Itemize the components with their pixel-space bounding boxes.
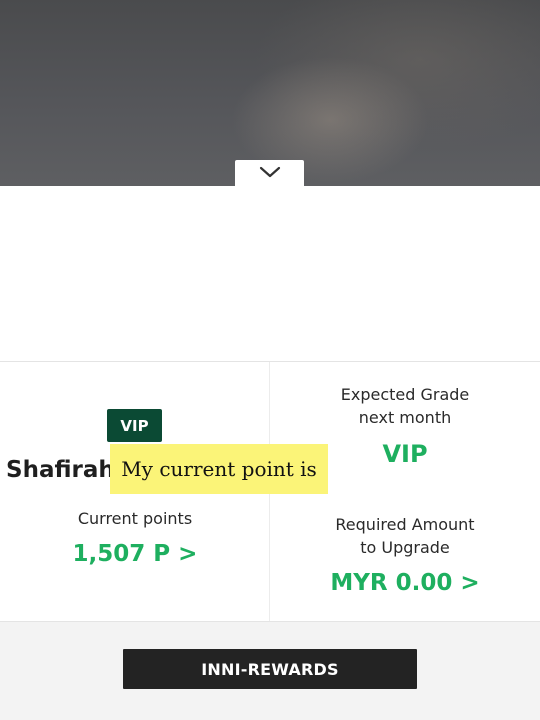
inni-rewards-button[interactable]: INNI-REWARDS bbox=[123, 649, 417, 689]
content-spacer bbox=[0, 186, 540, 361]
current-points-label: Current points bbox=[77, 509, 193, 528]
footer-bar: INNI-REWARDS bbox=[0, 622, 540, 720]
expected-grade-value: VIP bbox=[382, 440, 428, 468]
membership-info-panel: VIP Shafirah My current point is Current… bbox=[0, 361, 540, 622]
current-points-link[interactable]: 1,507 P > bbox=[0, 541, 270, 567]
expected-grade-label-line1: Expected Grade bbox=[340, 385, 470, 404]
chevron-down-icon bbox=[259, 164, 281, 183]
required-amount-label-line2: to Upgrade bbox=[360, 538, 450, 557]
expected-grade-label: Expected Grade next month bbox=[270, 383, 540, 429]
collapse-toggle[interactable] bbox=[235, 160, 304, 187]
member-name: Shafirah bbox=[6, 457, 115, 483]
grade-badge: VIP bbox=[107, 409, 162, 442]
required-amount-label: Required Amount to Upgrade bbox=[270, 513, 540, 559]
hero-banner-image bbox=[0, 0, 540, 186]
expected-grade-label-line2: next month bbox=[358, 408, 452, 427]
required-amount-label-line1: Required Amount bbox=[335, 515, 475, 534]
required-amount-link[interactable]: MYR 0.00 > bbox=[270, 570, 540, 596]
